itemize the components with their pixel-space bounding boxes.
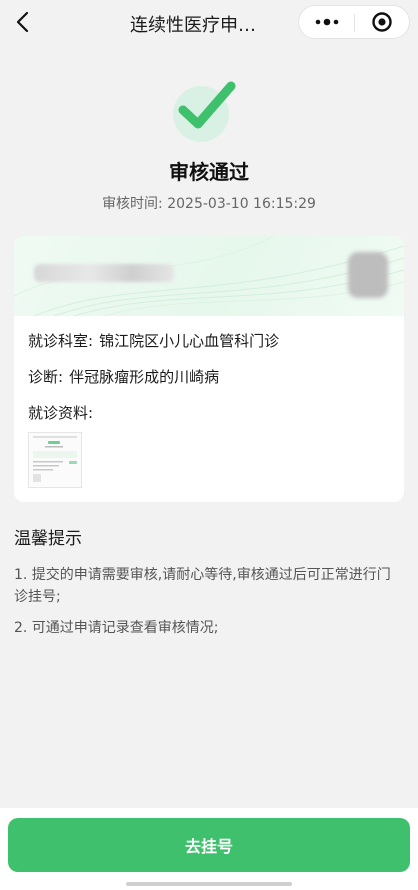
department-value: 锦江院区小儿心血管科门诊 [99,332,280,350]
more-button[interactable] [299,6,354,38]
tip-item-2: 2. 可通过申请记录查看审核情况; [14,620,219,636]
success-badge [173,81,236,142]
tips-title: 温馨提示 [14,529,82,549]
mini-program-capsule [298,5,410,39]
diagnosis-label: 诊断: [28,368,64,386]
close-button[interactable] [354,6,409,38]
application-card: 就诊科室: 锦江院区小儿心血管科门诊 诊断: 伴冠脉瘤形成的川崎病 就诊资料: [14,236,404,502]
department-row: 就诊科室: 锦江院区小儿心血管科门诊 [28,330,279,351]
target-close-icon [371,12,392,32]
home-indicator [126,882,292,886]
blurred-patient-name [34,264,174,282]
document-thumbnail[interactable] [28,432,82,488]
document-preview-image [29,433,81,487]
review-time: 审核时间: 2025-03-10 16:15:29 [0,193,418,213]
diagnosis-row: 诊断: 伴冠脉瘤形成的川崎病 [28,366,219,387]
tip-item-1: 1. 提交的申请需要审核,请耐心等待,审核通过后可正常进行门诊挂号; [14,567,391,605]
diagnosis-value: 伴冠脉瘤形成的川崎病 [69,368,220,386]
blurred-avatar [348,252,388,298]
department-label: 就诊科室: [28,332,94,350]
nav-bar: 连续性医疗申… [0,0,418,46]
go-register-button[interactable]: 去挂号 [8,818,410,872]
review-time-label: 审核时间: [102,196,163,212]
materials-label: 就诊资料: [28,404,94,422]
check-icon [178,81,236,129]
status-title: 审核通过 [169,160,249,184]
back-button[interactable] [12,10,36,34]
more-dots-icon [315,18,338,26]
patient-header [14,236,404,316]
review-time-value: 2025-03-10 16:15:29 [167,196,316,212]
chevron-left-icon [16,11,29,33]
page-title: 连续性医疗申… [130,15,256,36]
